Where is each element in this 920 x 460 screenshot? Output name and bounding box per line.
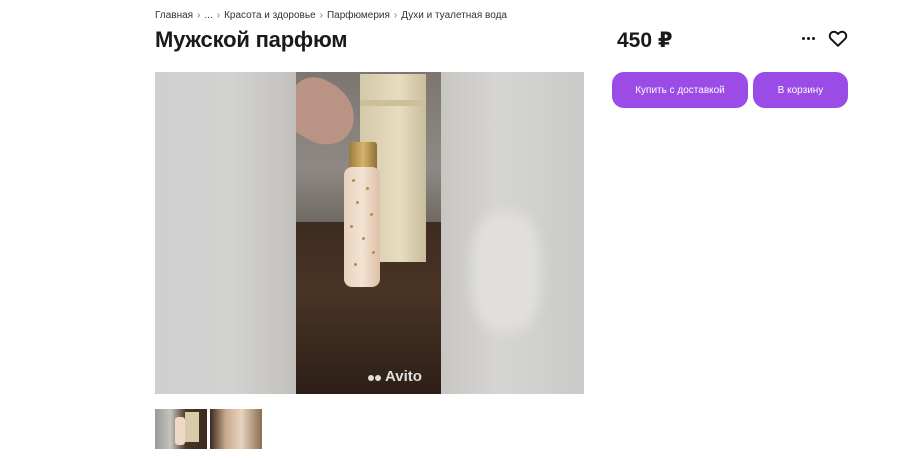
gallery-blur-right (441, 72, 584, 394)
breadcrumb-separator: › (197, 10, 201, 21)
more-horizontal-icon[interactable] (797, 28, 819, 48)
breadcrumb-separator: › (319, 10, 323, 21)
avito-watermark-text: Avito (385, 368, 422, 385)
thumbnail-2[interactable] (210, 409, 262, 449)
breadcrumb: Главная › ... › Красота и здоровье › Пар… (155, 10, 507, 21)
page-title: Мужской парфюм (155, 27, 348, 52)
breadcrumb-perfume-toilet-water[interactable]: Духи и туалетная вода (401, 10, 507, 21)
breadcrumb-home[interactable]: Главная (155, 10, 193, 21)
breadcrumb-beauty-health[interactable]: Красота и здоровье (224, 10, 316, 21)
perfume-bottle (344, 167, 380, 287)
breadcrumb-perfumery[interactable]: Парфюмерия (327, 10, 390, 21)
breadcrumb-separator: › (393, 10, 398, 21)
product-photo[interactable]: Avito (296, 72, 441, 394)
thumbnail-strip (155, 409, 262, 449)
add-to-cart-button[interactable]: В корзину (753, 72, 848, 108)
product-price: 450 ₽ (617, 29, 673, 52)
breadcrumb-separator: › (216, 10, 221, 21)
buy-with-delivery-button[interactable]: Купить с доставкой (612, 72, 748, 108)
product-gallery[interactable]: Avito (155, 72, 584, 394)
avito-logo-icon (368, 368, 382, 385)
thumbnail-1[interactable] (155, 409, 207, 449)
breadcrumb-ellipsis[interactable]: ... (204, 10, 212, 21)
avito-watermark: Avito (368, 368, 422, 385)
gallery-blur-left (155, 72, 296, 394)
heart-outline-icon[interactable] (827, 27, 849, 49)
